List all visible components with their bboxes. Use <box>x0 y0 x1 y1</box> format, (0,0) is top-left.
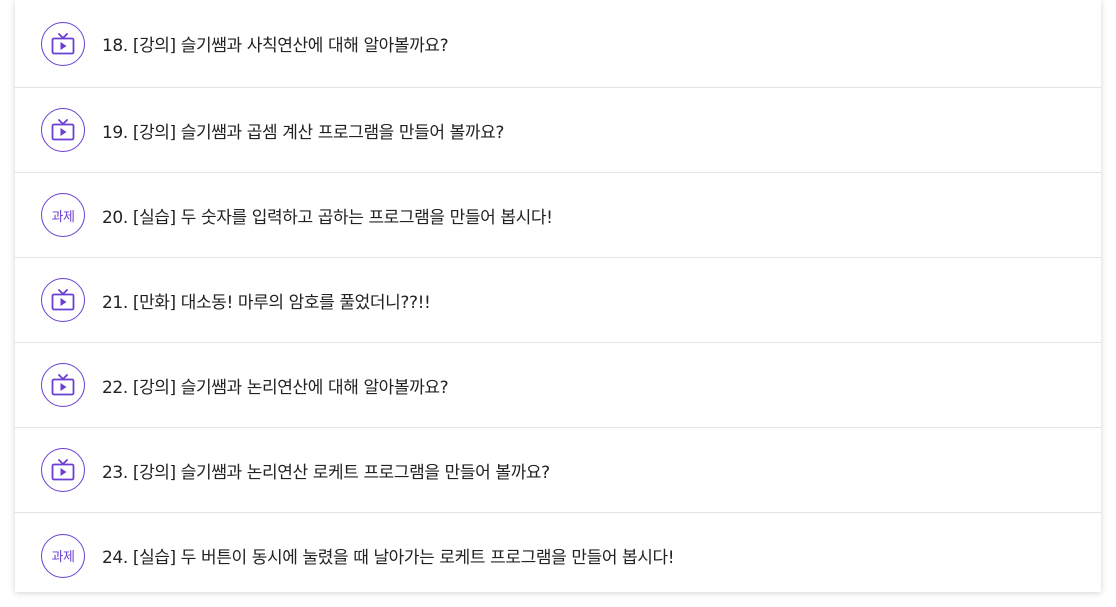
lesson-title: 23. [강의] 슬기쌤과 논리연산 로케트 프로그램을 만들어 볼까요? <box>102 462 550 483</box>
lesson-item-24[interactable]: 과제 24. [실습] 두 버튼이 동시에 눌렸을 때 날아가는 로케트 프로그… <box>15 513 1101 598</box>
lesson-title: 22. [강의] 슬기쌤과 논리연산에 대해 알아볼까요? <box>102 377 449 398</box>
tv-play-icon <box>41 108 85 152</box>
lesson-item-22[interactable]: 22. [강의] 슬기쌤과 논리연산에 대해 알아볼까요? <box>15 343 1101 428</box>
lesson-list-panel: 18. [강의] 슬기쌤과 사칙연산에 대해 알아볼까요? 19. [강의] 슬… <box>15 0 1101 592</box>
assignment-badge: 과제 <box>41 193 85 237</box>
assignment-badge-label: 과제 <box>51 209 75 225</box>
lesson-title: 24. [실습] 두 버튼이 동시에 눌렸을 때 날아가는 로케트 프로그램을 … <box>102 548 675 568</box>
lesson-item-21[interactable]: 21. [만화] 대소동! 마루의 암호를 풀었더니??!! <box>15 258 1101 343</box>
lesson-item-18[interactable]: 18. [강의] 슬기쌤과 사칙연산에 대해 알아볼까요? <box>15 0 1101 88</box>
lesson-list: 18. [강의] 슬기쌤과 사칙연산에 대해 알아볼까요? 19. [강의] 슬… <box>15 0 1101 598</box>
tv-play-icon <box>41 448 85 492</box>
lesson-title: 19. [강의] 슬기쌤과 곱셈 계산 프로그램을 만들어 볼까요? <box>102 122 504 143</box>
lesson-title: 18. [강의] 슬기쌤과 사칙연산에 대해 알아볼까요? <box>102 36 449 56</box>
tv-play-icon <box>41 278 85 322</box>
lesson-title: 21. [만화] 대소동! 마루의 암호를 풀었더니??!! <box>102 292 431 313</box>
assignment-badge: 과제 <box>41 533 85 578</box>
assignment-badge-label: 과제 <box>51 550 75 565</box>
lesson-item-19[interactable]: 19. [강의] 슬기쌤과 곱셈 계산 프로그램을 만들어 볼까요? <box>15 88 1101 173</box>
lesson-title: 20. [실습] 두 숫자를 입력하고 곱하는 프로그램을 만들어 봅시다! <box>102 207 553 228</box>
lesson-item-23[interactable]: 23. [강의] 슬기쌤과 논리연산 로케트 프로그램을 만들어 볼까요? <box>15 428 1101 513</box>
tv-play-icon <box>41 21 85 66</box>
lesson-item-20[interactable]: 과제 20. [실습] 두 숫자를 입력하고 곱하는 프로그램을 만들어 봅시다… <box>15 173 1101 258</box>
tv-play-icon <box>41 363 85 407</box>
